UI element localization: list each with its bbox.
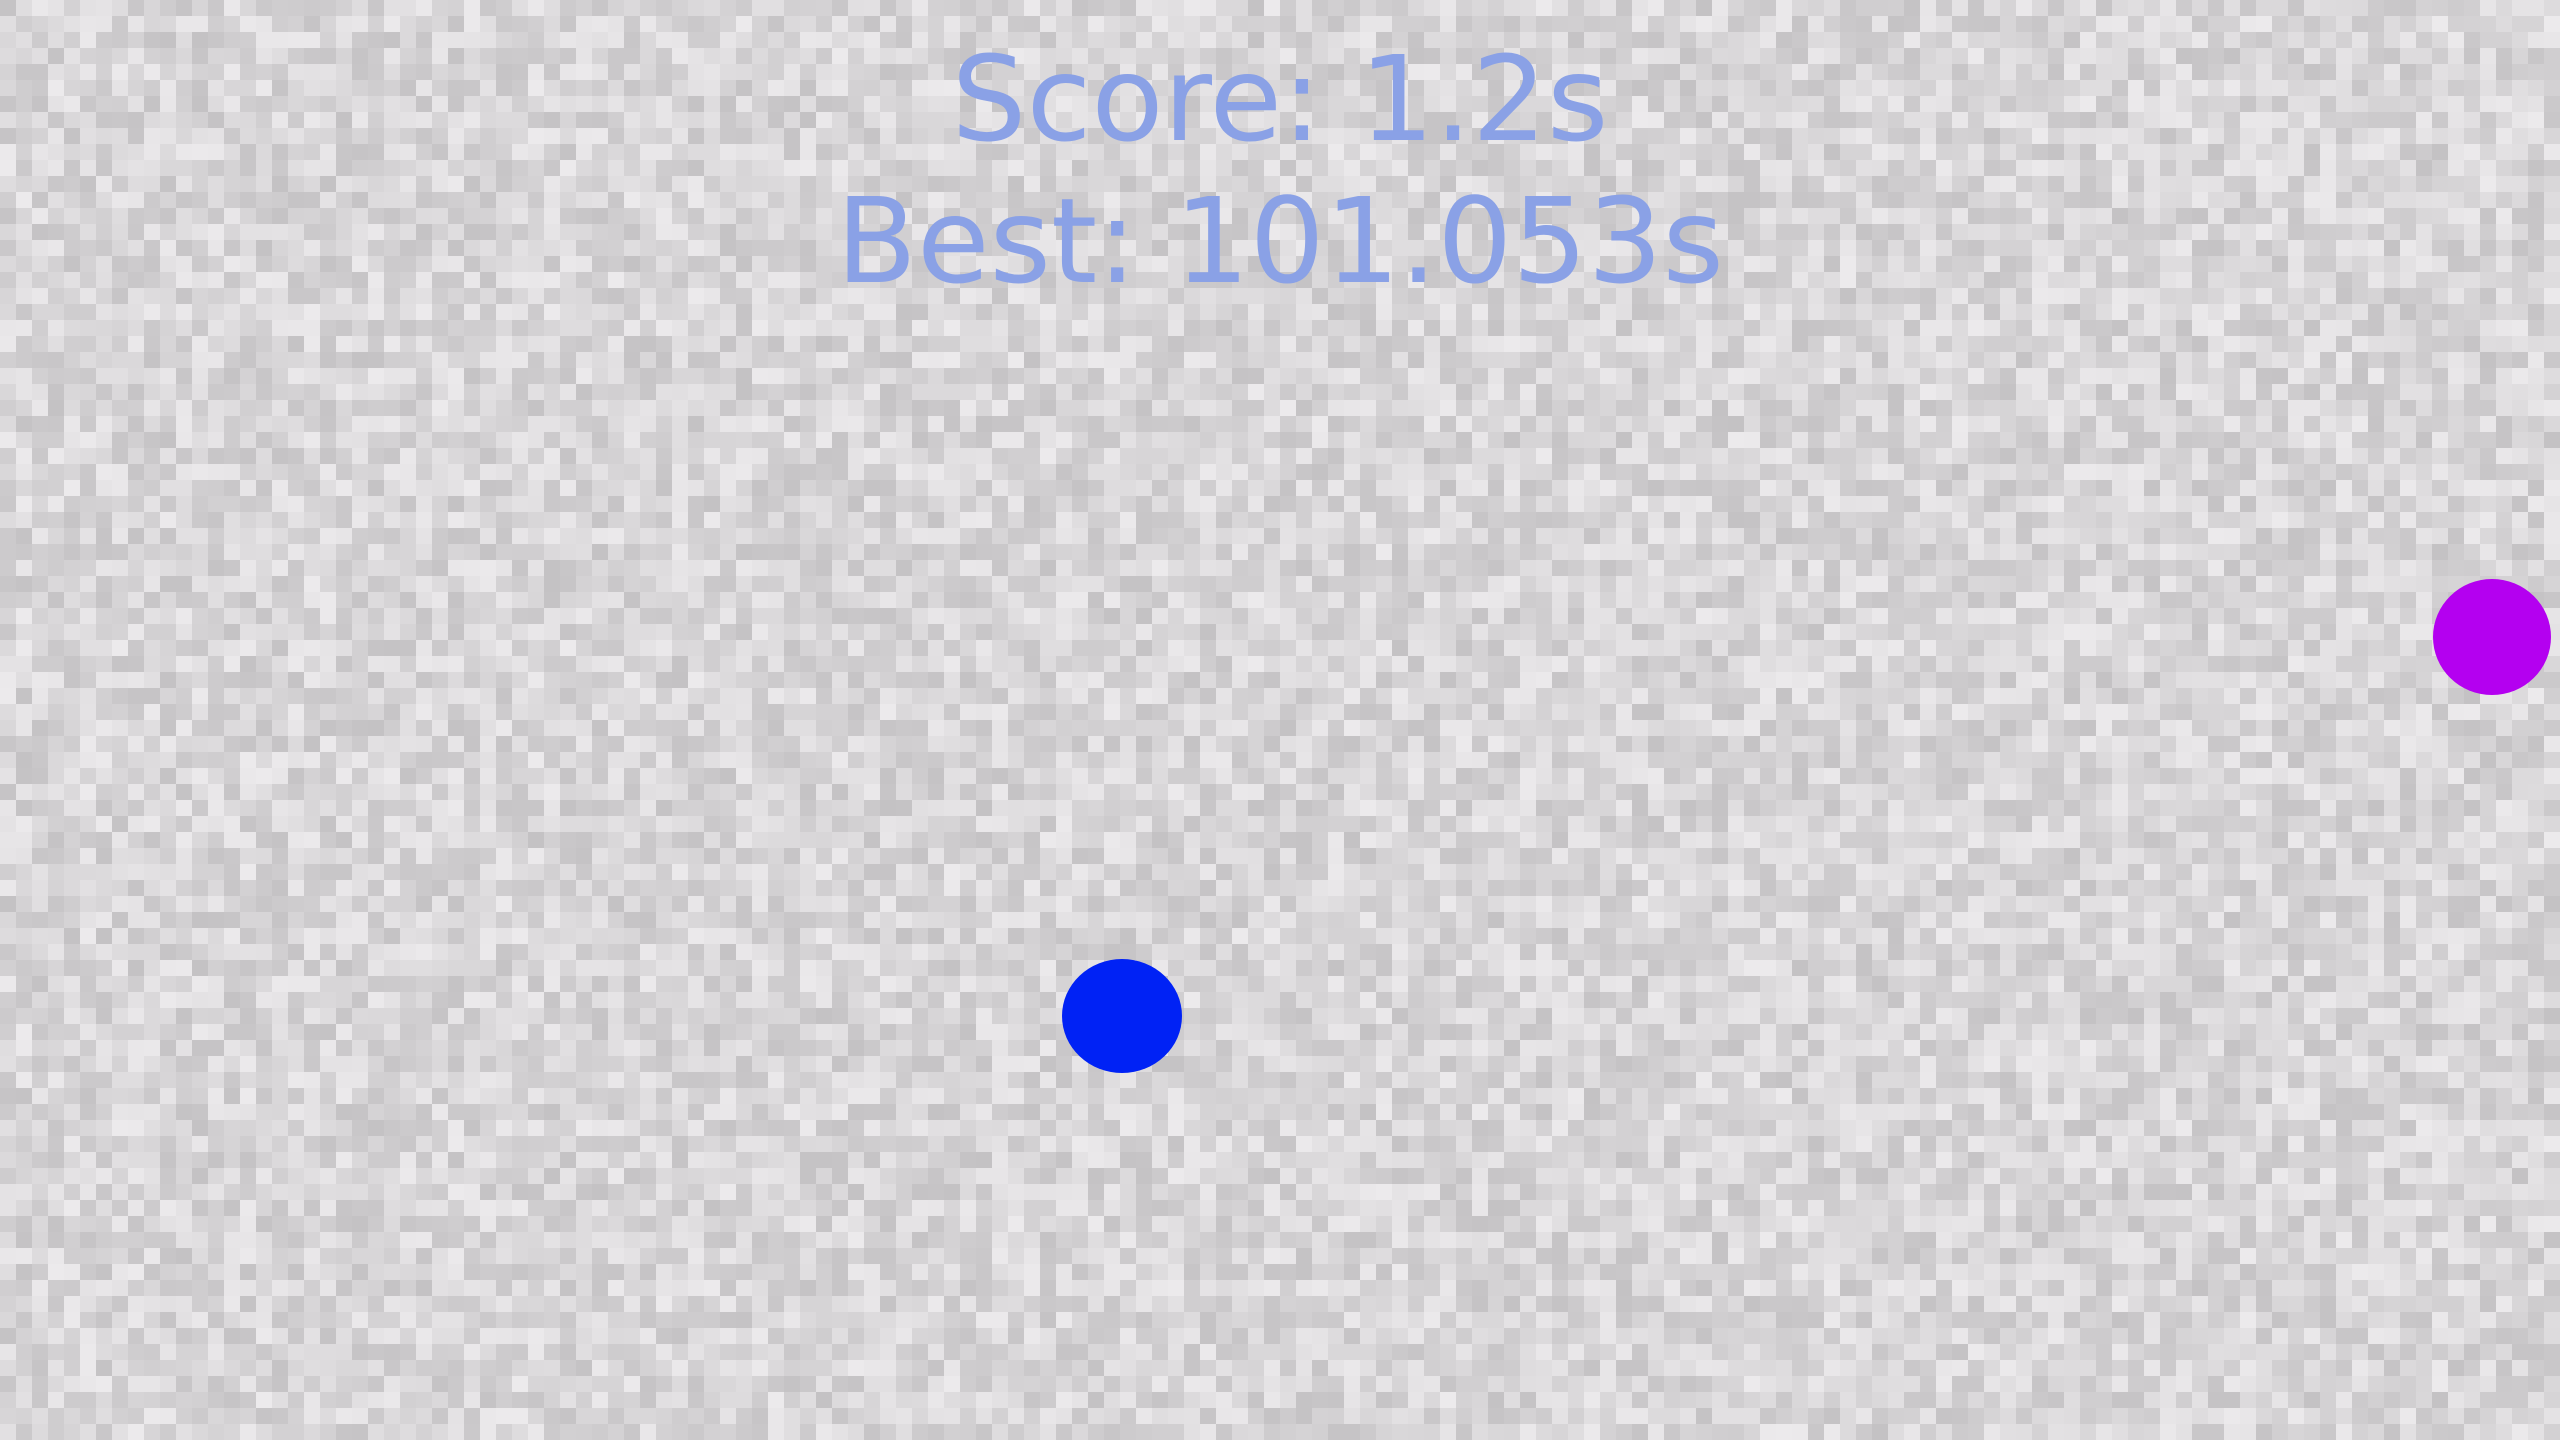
player-ball bbox=[1062, 959, 1182, 1073]
game-canvas[interactable]: Score: 1.2s Best: 101.053s bbox=[0, 0, 2560, 1440]
noise-background bbox=[0, 0, 2560, 1440]
enemy-ball bbox=[2433, 579, 2551, 695]
